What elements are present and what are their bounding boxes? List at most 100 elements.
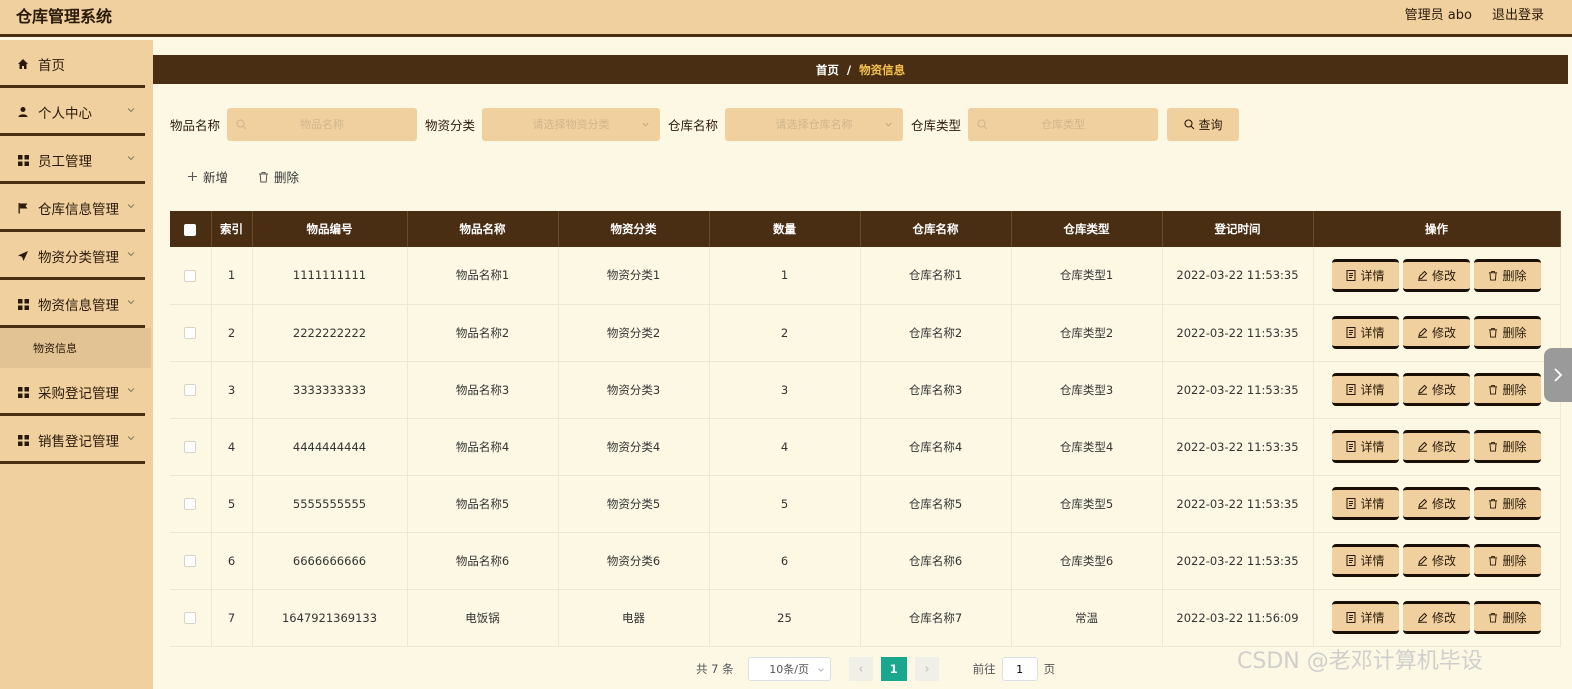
sidebar-item-home[interactable]: 首页 bbox=[0, 40, 153, 88]
delete-button[interactable]: 删除 bbox=[1474, 487, 1541, 520]
sidebar-item-label: 个人中心 bbox=[38, 106, 92, 122]
row-checkbox[interactable] bbox=[184, 384, 197, 396]
chevron-down-icon bbox=[127, 436, 135, 441]
user-label[interactable]: 管理员 abo bbox=[1405, 4, 1472, 23]
cell-register-time: 2022-03-22 11:53:35 bbox=[1162, 418, 1314, 476]
pagination-total: 共 7 条 bbox=[696, 662, 734, 676]
logout-link[interactable]: 退出登录 bbox=[1492, 4, 1544, 23]
edit-icon bbox=[1417, 441, 1428, 452]
cell-item-code: 5555555555 bbox=[252, 475, 408, 533]
row-checkbox[interactable] bbox=[184, 441, 197, 453]
row-checkbox[interactable] bbox=[184, 555, 197, 567]
cell-category: 物资分类3 bbox=[558, 361, 710, 419]
cell-warehouse-name: 仓库名称6 bbox=[860, 532, 1012, 590]
cell-item-code: 4444444444 bbox=[252, 418, 408, 476]
batch-delete-button[interactable]: 删除 bbox=[258, 167, 299, 186]
detail-button[interactable]: 详情 bbox=[1332, 430, 1399, 463]
detail-button[interactable]: 详情 bbox=[1332, 258, 1399, 292]
cell-category: 电器 bbox=[558, 589, 710, 647]
detail-button-label: 详情 bbox=[1360, 440, 1385, 454]
delete-button[interactable]: 删除 bbox=[1474, 316, 1541, 349]
delete-button[interactable]: 删除 bbox=[1474, 601, 1541, 634]
side-expand-tab[interactable] bbox=[1544, 348, 1572, 402]
warehouse-name-select[interactable] bbox=[725, 108, 904, 141]
edit-icon bbox=[1417, 555, 1428, 566]
edit-button[interactable]: 修改 bbox=[1403, 430, 1470, 463]
cell-quantity: 25 bbox=[709, 589, 861, 647]
row-checkbox[interactable] bbox=[184, 327, 197, 339]
col-header-category: 物资分类 bbox=[558, 211, 710, 247]
category-select[interactable] bbox=[482, 108, 661, 141]
document-icon bbox=[1346, 384, 1356, 395]
item-name-input[interactable] bbox=[227, 108, 418, 141]
sidebar-item-profile[interactable]: 个人中心 bbox=[0, 88, 153, 136]
edit-button-label: 修改 bbox=[1431, 326, 1456, 340]
sidebar-item-sales[interactable]: 销售登记管理 bbox=[0, 416, 153, 464]
cell-index: 3 bbox=[211, 361, 253, 419]
trash-icon bbox=[1489, 270, 1498, 281]
sidebar-item-purchase[interactable]: 采购登记管理 bbox=[0, 368, 153, 416]
edit-button[interactable]: 修改 bbox=[1403, 373, 1470, 406]
edit-button[interactable]: 修改 bbox=[1403, 487, 1470, 520]
row-actions-cell: 详情 修改 删除 bbox=[1313, 361, 1561, 419]
delete-button-label: 删除 bbox=[1502, 383, 1527, 397]
cell-quantity: 6 bbox=[709, 532, 861, 590]
sidebar-item-warehouse[interactable]: 仓库信息管理 bbox=[0, 184, 153, 232]
chevron-right-icon bbox=[925, 666, 929, 672]
chevron-down-icon bbox=[642, 122, 649, 127]
col-header-item-name: 物品名称 bbox=[407, 211, 559, 247]
row-checkbox[interactable] bbox=[184, 269, 197, 282]
warehouse-type-input[interactable] bbox=[968, 108, 1159, 141]
prev-page-button[interactable] bbox=[848, 657, 873, 681]
delete-button-label: 删除 bbox=[1502, 611, 1527, 625]
cell-item-name: 物品名称5 bbox=[407, 475, 559, 533]
sidebar-item-materials[interactable]: 物资信息管理 bbox=[0, 280, 153, 328]
cell-warehouse-type: 仓库类型5 bbox=[1011, 475, 1163, 533]
batch-delete-button-label: 删除 bbox=[274, 170, 300, 185]
search-form: 物品名称 物资分类 仓库名称 仓库类型 查询 bbox=[170, 108, 1240, 141]
edit-button[interactable]: 修改 bbox=[1403, 258, 1470, 292]
sidebar-item-staff[interactable]: 员工管理 bbox=[0, 136, 153, 184]
select-all-checkbox[interactable] bbox=[184, 223, 197, 236]
cell-item-code: 6666666666 bbox=[252, 532, 408, 590]
edit-button[interactable]: 修改 bbox=[1403, 544, 1470, 577]
cell-warehouse-type: 仓库类型2 bbox=[1011, 304, 1163, 362]
item-name-label: 物品名称 bbox=[170, 118, 221, 133]
next-page-button[interactable] bbox=[914, 657, 939, 681]
page-size-select[interactable]: 10条/页 bbox=[747, 657, 831, 681]
sidebar-subitem-material-info[interactable]: 物资信息 bbox=[0, 328, 151, 368]
row-checkbox[interactable] bbox=[184, 612, 197, 624]
delete-button[interactable]: 删除 bbox=[1474, 430, 1541, 463]
breadcrumb-home[interactable]: 首页 bbox=[816, 62, 839, 78]
detail-button[interactable]: 详情 bbox=[1332, 487, 1399, 520]
warehouse-name-input[interactable] bbox=[725, 108, 904, 141]
col-header-actions: 操作 bbox=[1313, 211, 1561, 247]
cell-index: 7 bbox=[211, 589, 253, 647]
page-number-current[interactable]: 1 bbox=[880, 657, 907, 681]
add-button[interactable]: 新增 bbox=[187, 167, 228, 186]
detail-button[interactable]: 详情 bbox=[1332, 373, 1399, 406]
category-input[interactable] bbox=[482, 108, 661, 141]
query-button-label: 查询 bbox=[1198, 118, 1223, 132]
edit-button[interactable]: 修改 bbox=[1403, 316, 1470, 349]
delete-button[interactable]: 删除 bbox=[1474, 373, 1541, 406]
cell-item-code: 2222222222 bbox=[252, 304, 408, 362]
sidebar-item-category[interactable]: 物资分类管理 bbox=[0, 232, 153, 280]
goto-page-input[interactable] bbox=[1001, 657, 1038, 681]
item-name-field[interactable] bbox=[227, 108, 418, 141]
row-checkbox[interactable] bbox=[184, 498, 197, 510]
delete-button[interactable]: 删除 bbox=[1474, 544, 1541, 577]
edit-button[interactable]: 修改 bbox=[1403, 601, 1470, 634]
detail-button[interactable]: 详情 bbox=[1332, 316, 1399, 349]
query-button[interactable]: 查询 bbox=[1167, 108, 1240, 141]
row-actions-cell: 详情 修改 删除 bbox=[1313, 532, 1561, 590]
cell-category: 物资分类1 bbox=[558, 247, 710, 305]
warehouse-type-field[interactable] bbox=[968, 108, 1159, 141]
cell-index: 6 bbox=[211, 532, 253, 590]
detail-button[interactable]: 详情 bbox=[1332, 601, 1399, 634]
detail-button[interactable]: 详情 bbox=[1332, 544, 1399, 577]
document-icon bbox=[1346, 441, 1356, 452]
delete-button[interactable]: 删除 bbox=[1474, 258, 1541, 292]
cell-register-time: 2022-03-22 11:53:35 bbox=[1162, 532, 1314, 590]
cell-item-code: 3333333333 bbox=[252, 361, 408, 419]
